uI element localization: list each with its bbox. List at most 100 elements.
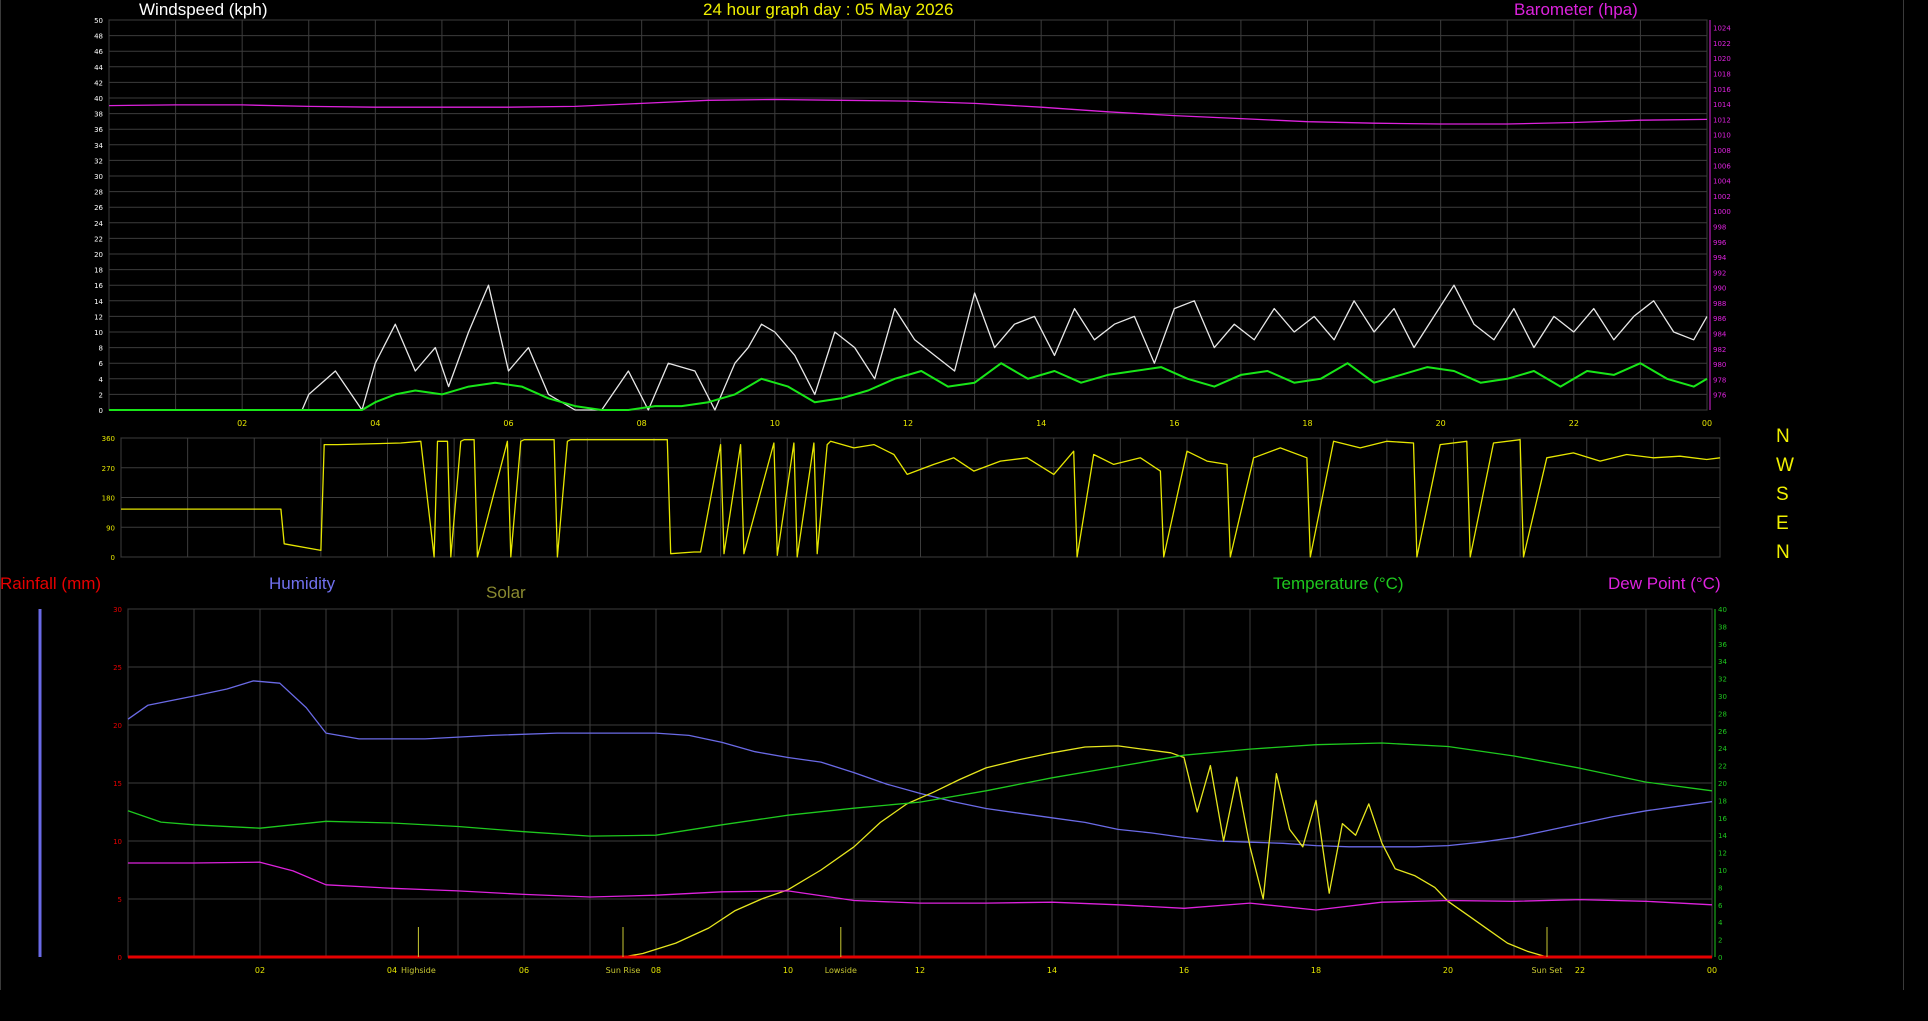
y2-tick-label: 16 [1718,815,1727,823]
x-tick-label: 04 [387,966,397,975]
y2-tick-label: 1002 [1713,193,1731,201]
y2-tick-label: 1016 [1713,86,1731,94]
y-tick-label: 44 [94,64,103,72]
x-tick-label: 14 [1047,966,1057,975]
x-tick-label: 08 [637,419,647,428]
y-tick-label: 180 [102,495,115,503]
x-tick-label: 00 [1707,966,1717,975]
left-frame-line [0,0,1,990]
y2-tick-label: 992 [1713,269,1726,277]
y2-tick-label: 32 [1718,676,1727,684]
x-tick-label: 20 [1436,419,1446,428]
rainfall-axis-title: Rainfall (mm) [0,574,102,593]
event-label-sun-rise: Sun Rise [606,966,641,975]
y2-tick-label: 1004 [1713,178,1731,186]
right-frame-line [1903,0,1904,990]
y-tick-label: 50 [94,17,103,25]
y2-tick-label: 1020 [1713,55,1731,63]
y-tick-label: 0 [111,554,115,562]
x-tick-label: 14 [1036,419,1046,428]
y2-tick-label: 990 [1713,285,1726,293]
x-tick-label: 22 [1569,419,1579,428]
y-tick-label: 42 [94,79,103,87]
y2-tick-label: 34 [1718,658,1727,666]
chart-title: 24 hour graph day : 05 May 2026 [703,0,954,19]
y2-tick-label: 998 [1713,223,1726,231]
x-tick-label: 16 [1169,419,1179,428]
y2-tick-label: 12 [1718,850,1727,858]
y2-tick-label: 24 [1718,745,1727,753]
y-tick-label: 20 [94,251,103,259]
y-tick-label: 5 [118,896,122,904]
y-tick-label: 12 [94,313,103,321]
y-tick-label: 24 [94,220,103,228]
x-tick-label: 18 [1302,419,1312,428]
y-tick-label: 30 [113,606,122,614]
y-tick-label: 32 [94,157,103,165]
y-tick-label: 8 [99,345,103,353]
y2-tick-label: 38 [1718,623,1727,631]
y2-tick-label: 1006 [1713,162,1731,170]
x-tick-label: 04 [370,419,380,428]
y2-tick-label: 980 [1713,361,1726,369]
compass-west: W [1776,455,1794,476]
compass-north: N [1776,426,1790,447]
y2-tick-label: 8 [1718,884,1722,892]
y-tick-label: 0 [118,954,122,962]
x-tick-label: 18 [1311,966,1321,975]
x-tick-label: 06 [519,966,529,975]
weather-graph-stage: 0 2 4 6 8 10 12 14 16 18 20 22 24 26 28 30 32 34 36 38 40 42 4… [0,0,1928,1017]
x-tick-label: 12 [903,419,913,428]
y2-tick-label: 1014 [1713,101,1731,109]
y-tick-label: 10 [113,838,122,846]
y2-tick-label: 982 [1713,346,1726,354]
y2-tick-label: 1024 [1713,25,1731,33]
y-tick-label: 14 [94,298,103,306]
y2-tick-label: 36 [1718,641,1727,649]
solar-axis-title: Solar [486,583,526,602]
y2-tick-label: 30 [1718,693,1727,701]
y-tick-label: 90 [106,524,115,532]
y-tick-label: 6 [99,360,104,368]
y2-tick-label: 1010 [1713,132,1731,140]
x-tick-label: 10 [770,419,780,428]
y2-tick-label: 996 [1713,239,1727,247]
y-tick-label: 10 [94,329,103,337]
y-tick-label: 22 [94,235,103,243]
weather-chart-svg: 0246810121416182022242628303234363840424… [38,17,1731,975]
x-tick-label: 00 [1702,419,1712,428]
y-tick-label: 30 [94,173,103,181]
y2-tick-label: 1018 [1713,71,1731,79]
y-tick-label: 34 [94,142,103,150]
y-tick-label: 20 [113,722,122,730]
y2-tick-label: 18 [1718,797,1727,805]
y2-tick-label: 976 [1713,392,1727,400]
x-tick-label: 08 [651,966,661,975]
dew-point-axis-title: Dew Point (°C) [1608,574,1721,593]
y2-tick-label: 994 [1713,254,1727,262]
x-tick-label: 06 [503,419,513,428]
y2-tick-label: 2 [1718,937,1722,945]
windspeed-axis-title: Windspeed (kph) [139,0,268,19]
compass-north-bottom: N [1776,542,1790,563]
humidity-axis-title: Humidity [269,574,336,593]
y2-tick-label: 4 [1718,919,1723,927]
y2-tick-label: 1012 [1713,116,1731,124]
y-tick-label: 18 [94,267,103,275]
y2-tick-label: 20 [1718,780,1727,788]
y-tick-label: 2 [99,391,103,399]
y2-tick-label: 10 [1718,867,1727,875]
y-tick-label: 38 [94,111,103,119]
compass-east: E [1776,513,1789,534]
y-tick-label: 0 [99,407,103,415]
y2-tick-label: 22 [1718,763,1727,771]
compass-south: S [1776,484,1789,505]
x-tick-label: 10 [783,966,793,975]
y-tick-label: 25 [113,664,122,672]
y2-tick-label: 0 [1718,954,1722,962]
y2-tick-label: 986 [1713,315,1727,323]
y-tick-label: 26 [94,204,103,212]
y2-tick-label: 1008 [1713,147,1731,155]
y-tick-label: 48 [94,33,103,41]
x-tick-label: 22 [1575,966,1585,975]
